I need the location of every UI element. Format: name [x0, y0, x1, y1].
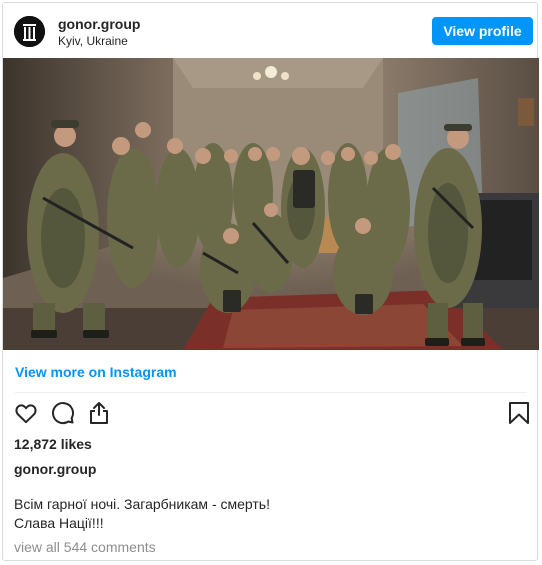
gonor-logo-icon	[14, 16, 45, 47]
post-username[interactable]: gonor.group	[58, 16, 140, 32]
divider	[15, 392, 527, 393]
comment-button[interactable]	[51, 401, 75, 430]
share-icon	[90, 402, 108, 424]
post-header: gonor.group Kyiv, Ukraine View profile	[3, 3, 537, 59]
save-button[interactable]	[508, 401, 530, 430]
likes-count[interactable]: 12,872 likes	[14, 436, 92, 452]
bookmark-icon	[509, 402, 529, 424]
post-caption: Всім гарної ночі. Загарбникам - смерть! …	[14, 496, 270, 531]
comment-icon	[52, 402, 75, 425]
instagram-embed-card: gonor.group Kyiv, Ukraine View profile V…	[2, 2, 539, 561]
group-photo-image	[3, 58, 539, 350]
post-location[interactable]: Kyiv, Ukraine	[58, 34, 128, 48]
heart-icon	[15, 404, 37, 424]
avatar[interactable]	[14, 16, 45, 47]
view-profile-button[interactable]: View profile	[432, 17, 533, 45]
like-button[interactable]	[14, 401, 38, 430]
view-all-comments-link[interactable]: view all 544 comments	[14, 539, 156, 555]
post-photo[interactable]	[3, 58, 539, 350]
view-more-on-instagram-link[interactable]: View more on Instagram	[15, 364, 177, 380]
caption-username[interactable]: gonor.group	[14, 461, 96, 477]
share-button[interactable]	[87, 401, 111, 430]
